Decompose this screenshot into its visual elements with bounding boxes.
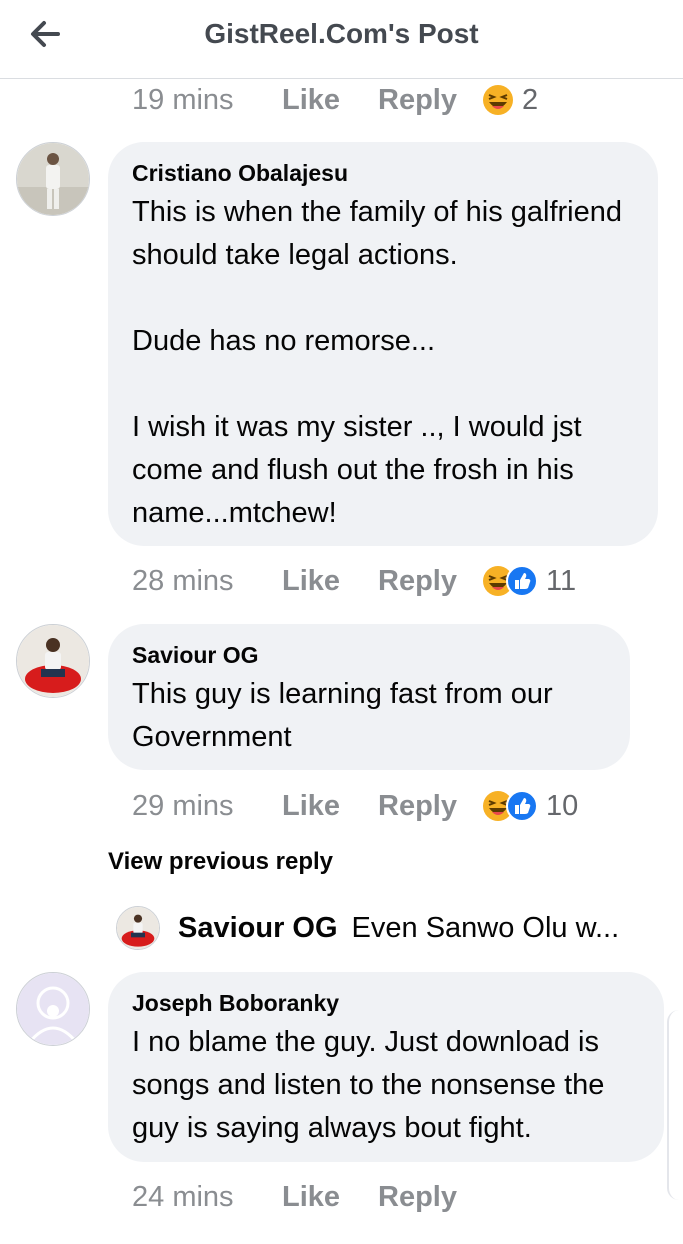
reply-button[interactable]: Reply — [378, 1181, 482, 1214]
reply-author: Saviour OG — [178, 911, 338, 944]
comment-meta: 19 mins Like Reply 2 — [132, 80, 538, 120]
reply-button[interactable]: Reply — [378, 790, 482, 823]
reply-text: Even Sanwo Olu w... — [351, 911, 620, 944]
user-photo — [117, 907, 159, 949]
comment-time: 19 mins — [132, 83, 234, 116]
comment-bubble: Joseph Boboranky I no blame the guy. Jus… — [108, 972, 664, 1162]
comment-text: This is when the family of his galfriend… — [132, 196, 622, 529]
user-photo — [17, 143, 89, 215]
user-photo — [17, 625, 89, 697]
like-button[interactable]: Like — [282, 1181, 378, 1214]
like-button[interactable]: Like — [282, 84, 378, 117]
like-button[interactable]: Like — [282, 790, 378, 823]
page-title: GistReel.Com's Post — [204, 18, 479, 49]
avatar[interactable] — [16, 624, 90, 698]
reply-preview[interactable]: Saviour OG Even Sanwo Olu w... — [116, 904, 619, 952]
reply-button[interactable]: Reply — [378, 84, 482, 117]
comment-time: 29 mins — [132, 789, 234, 822]
comment-time: 28 mins — [132, 564, 234, 597]
reactions[interactable]: 11 — [482, 565, 576, 598]
avatar — [116, 906, 160, 950]
comment-meta: 24 mins Like Reply — [132, 1177, 482, 1217]
default-avatar-icon — [17, 973, 89, 1045]
comment-bubble: Saviour OG This guy is learning fast fro… — [108, 624, 630, 770]
comment-text: This guy is learning fast from our Gover… — [132, 678, 553, 753]
view-previous-reply-link[interactable]: View previous reply — [108, 848, 333, 876]
comment-author[interactable]: Cristiano Obalajesu — [132, 160, 634, 187]
reaction-count: 11 — [546, 564, 577, 597]
comment-meta: 28 mins Like Reply 11 — [132, 561, 576, 601]
reaction-count: 10 — [546, 789, 579, 822]
scroll-indicator[interactable] — [667, 1010, 683, 1200]
comment-meta: 29 mins Like Reply 10 — [132, 786, 578, 826]
like-button[interactable]: Like — [282, 565, 378, 598]
avatar[interactable] — [16, 972, 90, 1046]
post-header: GistReel.Com's Post — [0, 0, 683, 79]
reactions[interactable]: 2 — [482, 84, 538, 117]
comment-time: 24 mins — [132, 1180, 234, 1213]
comment-author[interactable]: Saviour OG — [132, 642, 606, 669]
comment-bubble: Cristiano Obalajesu This is when the fam… — [108, 142, 658, 546]
avatar[interactable] — [16, 142, 90, 216]
comment-author[interactable]: Joseph Boboranky — [132, 990, 640, 1017]
comment-text: I no blame the guy. Just download is son… — [132, 1026, 605, 1144]
reactions[interactable]: 10 — [482, 790, 578, 823]
like-reaction-icon — [506, 790, 538, 822]
reaction-count: 2 — [522, 83, 539, 116]
haha-reaction-icon — [483, 85, 513, 115]
like-reaction-icon — [506, 565, 538, 597]
reply-button[interactable]: Reply — [378, 565, 482, 598]
